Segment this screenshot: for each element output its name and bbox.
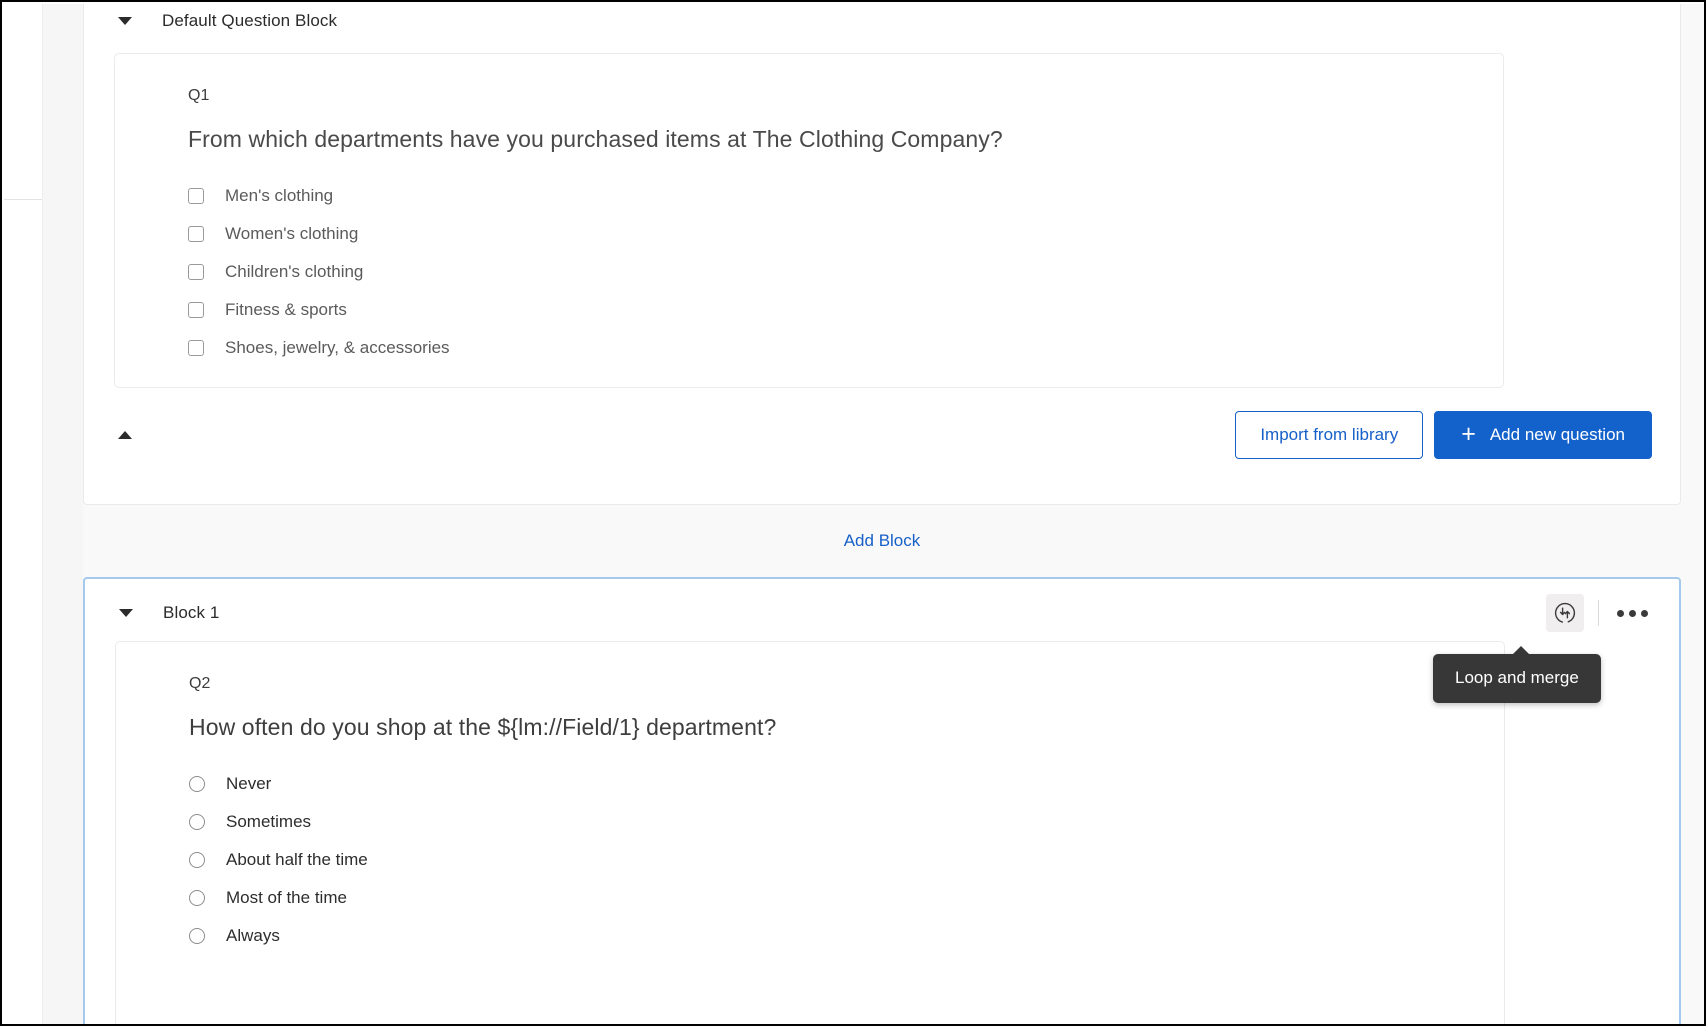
choice-list: Never Sometimes About half the time Most… — [189, 765, 1504, 955]
block-header: Block 1 — [85, 579, 1679, 647]
choice-label: Never — [226, 774, 271, 794]
question-text: How often do you shop at the ${lm://Fiel… — [189, 714, 1504, 741]
checkbox-icon[interactable] — [188, 226, 204, 242]
choice-item[interactable]: About half the time — [189, 841, 1504, 879]
left-panel-gutter — [4, 4, 42, 1026]
survey-editor-window: Default Question Block Q1 From which dep… — [0, 0, 1706, 1026]
choice-item[interactable]: Shoes, jewelry, & accessories — [188, 329, 1503, 367]
choice-label: Shoes, jewelry, & accessories — [225, 338, 450, 358]
choice-item[interactable]: Sometimes — [189, 803, 1504, 841]
more-options-icon[interactable] — [1613, 594, 1651, 632]
radio-icon[interactable] — [189, 814, 205, 830]
block-block-1[interactable]: Block 1 — [83, 577, 1681, 1026]
caret-down-icon[interactable] — [116, 12, 134, 30]
choice-label: Most of the time — [226, 888, 347, 908]
choice-label: Sometimes — [226, 812, 311, 832]
block-default-question-block[interactable]: Default Question Block Q1 From which dep… — [83, 4, 1681, 505]
caret-down-icon[interactable] — [117, 604, 135, 622]
choice-list: Men's clothing Women's clothing Children… — [188, 177, 1503, 367]
radio-icon[interactable] — [189, 776, 205, 792]
radio-icon[interactable] — [189, 890, 205, 906]
ellipsis-glyph — [1613, 610, 1652, 617]
question-card-q2[interactable]: Q2 How often do you shop at the ${lm://F… — [115, 641, 1505, 1026]
add-new-question-button[interactable]: + Add new question — [1434, 411, 1652, 459]
choice-label: Children's clothing — [225, 262, 363, 282]
question-number: Q1 — [188, 87, 1503, 105]
left-panel-divider — [4, 199, 42, 200]
checkbox-icon[interactable] — [188, 264, 204, 280]
question-number: Q2 — [189, 675, 1504, 693]
checkbox-icon[interactable] — [188, 188, 204, 204]
choice-item[interactable]: Most of the time — [189, 879, 1504, 917]
tool-divider — [1598, 600, 1599, 626]
choice-item[interactable]: Always — [189, 917, 1504, 955]
add-block-link[interactable]: Add Block — [844, 531, 921, 551]
choice-label: Women's clothing — [225, 224, 358, 244]
choice-item[interactable]: Never — [189, 765, 1504, 803]
checkbox-icon[interactable] — [188, 302, 204, 318]
question-text: From which departments have you purchase… — [188, 126, 1503, 153]
tooltip-loop-and-merge: Loop and merge — [1433, 654, 1601, 703]
add-block-row: Add Block — [83, 531, 1681, 551]
choice-item[interactable]: Men's clothing — [188, 177, 1503, 215]
left-rail — [42, 4, 83, 1026]
checkbox-icon[interactable] — [188, 340, 204, 356]
block-title: Block 1 — [163, 603, 219, 623]
radio-icon[interactable] — [189, 928, 205, 944]
caret-up-icon[interactable] — [116, 426, 134, 444]
add-new-question-label: Add new question — [1490, 425, 1625, 445]
choice-label: Fitness & sports — [225, 300, 347, 320]
choice-item[interactable]: Women's clothing — [188, 215, 1503, 253]
block-footer-actions: Import from library + Add new question — [1235, 411, 1652, 459]
loop-and-merge-icon[interactable] — [1546, 594, 1584, 632]
block-title: Default Question Block — [162, 11, 337, 31]
block-footer: Import from library + Add new question — [84, 396, 1680, 474]
survey-canvas: Default Question Block Q1 From which dep… — [83, 4, 1706, 1026]
question-card-q1[interactable]: Q1 From which departments have you purch… — [114, 53, 1504, 388]
choice-item[interactable]: Children's clothing — [188, 253, 1503, 291]
choice-label: Always — [226, 926, 280, 946]
radio-icon[interactable] — [189, 852, 205, 868]
block-header-tools — [1546, 594, 1651, 632]
choice-item[interactable]: Fitness & sports — [188, 291, 1503, 329]
choice-label: Men's clothing — [225, 186, 333, 206]
choice-label: About half the time — [226, 850, 368, 870]
import-from-library-button[interactable]: Import from library — [1235, 411, 1423, 459]
plus-icon: + — [1461, 422, 1476, 447]
